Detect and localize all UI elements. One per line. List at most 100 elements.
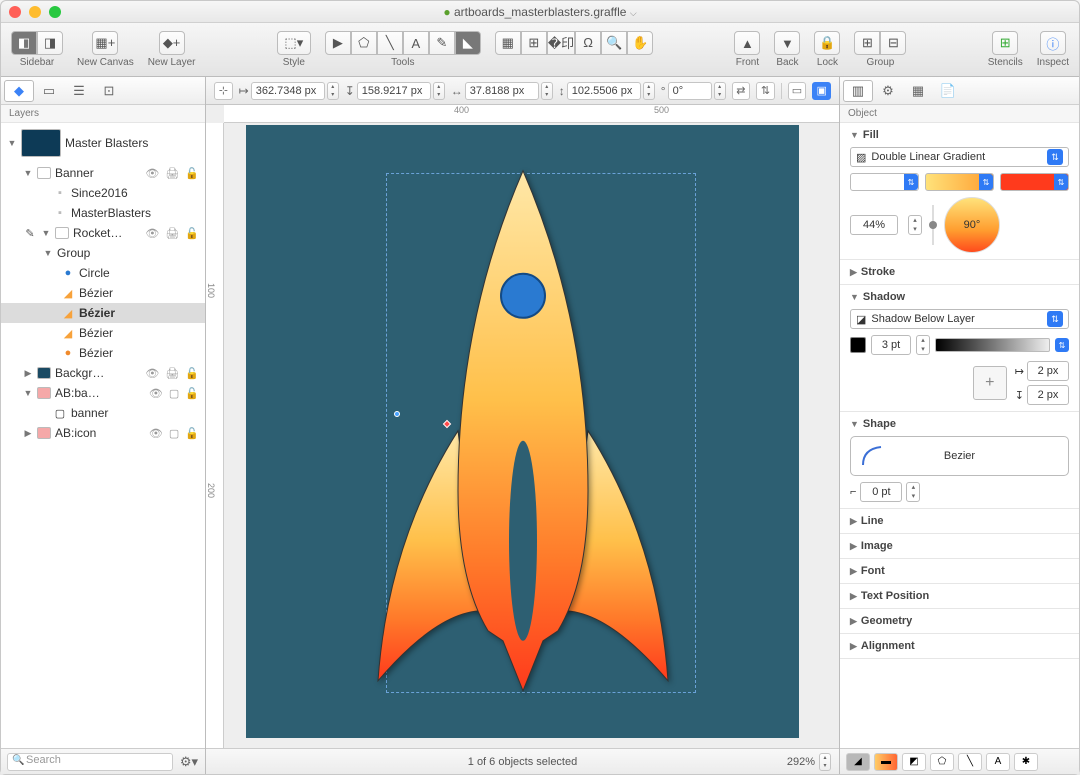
ungroup-button[interactable]: ⊟ (880, 31, 906, 55)
layer-abicon[interactable]: ▶AB:icon👁▢🔓 (1, 423, 205, 443)
shape-picker[interactable]: Bezier (850, 436, 1069, 476)
tray-text[interactable]: A (986, 753, 1010, 771)
tool-zoom[interactable]: 🔍 (601, 31, 627, 55)
artboard-icon[interactable]: ▢ (169, 427, 179, 440)
shadow-opacity-slider[interactable] (935, 338, 1050, 352)
section-fill[interactable]: ▼Fill (850, 129, 1069, 141)
flip-v-button[interactable]: ⇅ (756, 82, 775, 100)
tray-line[interactable]: ╲ (958, 753, 982, 771)
insp-tab-canvas[interactable]: ▦ (903, 80, 933, 102)
lock-icon[interactable]: 🔓 (185, 387, 199, 400)
w-stepper[interactable]: ▴▾ (541, 82, 553, 100)
print-icon[interactable]: 🖨 (165, 367, 179, 380)
gradient-stop-3[interactable]: ⇅ (1000, 173, 1069, 191)
h-input[interactable]: 102.5506 px (567, 82, 641, 100)
item-banner2[interactable]: ▢banner (1, 403, 205, 423)
search-input[interactable]: Search (7, 753, 173, 771)
tab-selection[interactable]: ⊡ (94, 80, 124, 102)
tool-stamp[interactable]: �印 (547, 31, 575, 55)
item-bezier-1[interactable]: ◢Bézier (1, 283, 205, 303)
rot-input[interactable]: 0° (668, 82, 712, 100)
section-shape[interactable]: ▼Shape (850, 418, 1069, 430)
new-canvas-button[interactable]: ▦+ (92, 31, 118, 55)
lock-icon[interactable]: 🔓 (185, 427, 199, 440)
item-circle[interactable]: ●Circle (1, 263, 205, 283)
tool-point[interactable]: ◣ (455, 31, 481, 55)
lock-icon[interactable]: 🔓 (185, 167, 199, 180)
layer-background[interactable]: ▶Backgr…👁🖨🔓 (1, 363, 205, 383)
section-geometry[interactable]: ▶Geometry (850, 615, 1069, 627)
section-stroke[interactable]: ▶Stroke (850, 266, 1069, 278)
tray-fill[interactable]: ◢ (846, 753, 870, 771)
tab-layers[interactable]: ◆ (4, 80, 34, 102)
shadow-x-input[interactable]: 2 px (1027, 361, 1069, 381)
tab-outline[interactable]: ☰ (64, 80, 94, 102)
window-title[interactable]: ● artboards_masterblasters.graffle ⌵ (1, 5, 1079, 19)
edit-handle[interactable] (394, 411, 400, 417)
fill-position-input[interactable]: 44% (850, 215, 898, 235)
back-button[interactable]: ▼ (774, 31, 800, 55)
y-stepper[interactable]: ▴▾ (433, 82, 445, 100)
ruler-origin-icon[interactable]: ⊹ (214, 82, 233, 100)
fill-position-stepper[interactable]: ▴▾ (908, 215, 922, 235)
corner-radius-stepper[interactable]: ▴▾ (906, 482, 920, 502)
insp-tab-document[interactable]: 📄 (933, 80, 963, 102)
stencils-button[interactable]: ⊞ (992, 31, 1018, 55)
section-font[interactable]: ▶Font (850, 565, 1069, 577)
tool-pen[interactable]: ✎ (429, 31, 455, 55)
inspect-button[interactable]: ⓘ (1040, 31, 1066, 55)
eye-icon[interactable]: 👁 (149, 387, 163, 400)
item-bezier-4[interactable]: ●Bézier (1, 343, 205, 363)
corner-radius-input[interactable]: 0 pt (860, 482, 902, 502)
layer-banner[interactable]: ▼Banner👁🖨🔓 (1, 163, 205, 183)
section-shadow[interactable]: ▼Shadow (850, 291, 1069, 303)
view-mode-2[interactable]: ▣ (812, 82, 831, 100)
eye-icon[interactable]: 👁 (145, 367, 159, 380)
sidebar-left-toggle[interactable]: ◧ (11, 31, 37, 55)
tool-artboard[interactable]: ⊞ (521, 31, 547, 55)
layer-abba[interactable]: ▼AB:ba…👁▢🔓 (1, 383, 205, 403)
insp-tab-object[interactable]: ▥ (843, 80, 873, 102)
item-masterblasters[interactable]: ▪MasterBlasters (1, 203, 205, 223)
h-stepper[interactable]: ▴▾ (643, 82, 655, 100)
lock-button[interactable]: 🔒 (814, 31, 840, 55)
shadow-color[interactable] (850, 337, 866, 353)
lock-icon[interactable]: 🔓 (185, 367, 199, 380)
rot-stepper[interactable]: ▴▾ (714, 82, 726, 100)
gradient-stop-2[interactable]: ⇅ (925, 173, 994, 191)
x-input[interactable]: 362.7348 px (251, 82, 325, 100)
shadow-y-input[interactable]: 2 px (1027, 385, 1069, 405)
tool-select[interactable]: ▶ (325, 31, 351, 55)
tool-shape[interactable]: ⬠ (351, 31, 377, 55)
shadow-type-dropdown[interactable]: ◪Shadow Below Layer⇅ (850, 309, 1069, 329)
y-input[interactable]: 158.9217 px (357, 82, 431, 100)
canvas-row[interactable]: ▼Master Blasters (1, 123, 205, 163)
item-bezier-3[interactable]: ◢Bézier (1, 323, 205, 343)
gear-icon[interactable]: ⚙▾ (179, 754, 199, 770)
w-input[interactable]: 37.8188 px (465, 82, 539, 100)
tool-line[interactable]: ╲ (377, 31, 403, 55)
print-icon[interactable]: 🖨 (165, 227, 179, 240)
shadow-blur-input[interactable]: 3 pt (871, 335, 911, 355)
x-stepper[interactable]: ▴▾ (327, 82, 339, 100)
item-bezier-2-selected[interactable]: ◢Bézier (1, 303, 205, 323)
new-layer-button[interactable]: ◆+ (159, 31, 185, 55)
gradient-stop-1[interactable]: ⇅ (850, 173, 919, 191)
section-image[interactable]: ▶Image (850, 540, 1069, 552)
tray-stroke[interactable]: ▬ (874, 753, 898, 771)
fill-angle-wheel[interactable]: 90° (944, 197, 1000, 253)
sidebar-right-toggle[interactable]: ◨ (37, 31, 63, 55)
horizontal-ruler[interactable]: 400 500 (224, 105, 839, 123)
tool-magnet[interactable]: Ω (575, 31, 601, 55)
vertical-ruler[interactable]: 100 200 (206, 123, 224, 748)
shadow-offset-target[interactable]: + (973, 366, 1007, 400)
canvas[interactable] (246, 125, 799, 738)
zoom-stepper[interactable]: ▴▾ (819, 753, 831, 771)
print-icon[interactable]: 🖨 (165, 167, 179, 180)
tab-guides[interactable]: ▭ (34, 80, 64, 102)
eye-icon[interactable]: 👁 (145, 167, 159, 180)
artboard-icon[interactable]: ▢ (169, 387, 179, 400)
tray-all[interactable]: ✱ (1014, 753, 1038, 771)
item-group[interactable]: ▼Group (1, 243, 205, 263)
flip-h-button[interactable]: ⇄ (732, 82, 751, 100)
